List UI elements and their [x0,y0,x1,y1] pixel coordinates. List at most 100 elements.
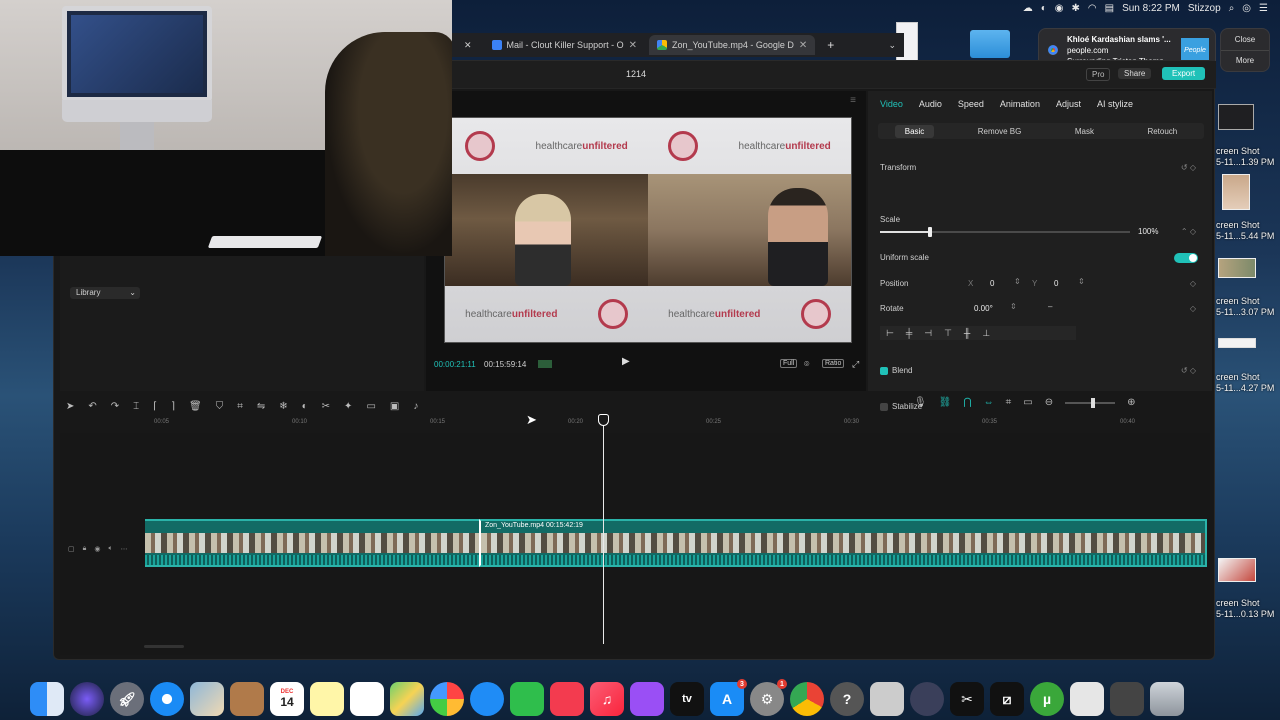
safari-icon[interactable] [150,682,184,716]
keyframe-icon[interactable]: ⌃ ◇ [1181,227,1196,236]
obs-icon[interactable] [910,682,944,716]
linkage-icon[interactable]: ⇔ [984,397,994,408]
spotlight-icon[interactable]: ⌕ [1229,3,1235,14]
magic-icon[interactable]: ✦ [344,401,352,412]
new-tab-button[interactable]: + [819,35,842,55]
subtab-remove-bg[interactable]: Remove BG [968,125,1032,138]
caption-icon[interactable]: ▭ [1023,397,1032,408]
help-icon[interactable]: ? [830,682,864,716]
rotate-input[interactable]: 0.00° [974,304,993,313]
zoom-slider[interactable] [1065,397,1116,408]
app-store-icon[interactable]: A3 [710,679,747,716]
mask-icon[interactable]: ◐ [302,401,308,412]
tab-close-icon[interactable]: ✕ [456,35,480,55]
playhead-handle[interactable] [598,414,609,426]
pro-button[interactable]: Pro [1086,68,1111,81]
tab-audio[interactable]: Audio [919,99,942,109]
reset-icon[interactable]: ↺ ◇ [1181,366,1196,375]
preview-axis-icon[interactable]: ⌗ [1006,397,1012,408]
stepper-icon[interactable]: ⇕ [1078,277,1085,286]
snapshot-icon[interactable]: ⌾ [802,359,811,370]
downloads-stack-icon[interactable] [1110,682,1144,716]
select-tool-icon[interactable]: ➤ [66,401,74,412]
siri-icon[interactable]: ◎ [1242,3,1251,14]
project-name[interactable]: 1214 [626,69,646,79]
chevron-down-icon[interactable]: ⌄ [880,35,904,55]
eye-icon[interactable]: ◉ [94,545,100,553]
browser-tab-drive[interactable]: Zon_YouTube.mp4 - Google D ✕ [648,35,816,55]
browser-tab-mail[interactable]: Mail - Clout Killer Support - O ✕ [484,35,645,55]
expand-icon[interactable]: ⤢ [850,359,861,370]
zoom-in-icon[interactable]: ⊕ [1127,397,1135,408]
video-clip-selected[interactable]: Zon_YouTube.mp4 00:15:42:19 [479,519,1207,567]
library-dropdown[interactable]: Library ⌄ [70,287,140,299]
bluetooth-icon[interactable]: ✱ [1072,3,1080,14]
music-icon[interactable]: ♫ [590,682,624,716]
podcasts-icon[interactable] [630,682,664,716]
stepper-icon[interactable]: ⇕ [1014,277,1021,286]
chrome-icon[interactable] [790,682,824,716]
desktop-screenshot-item[interactable] [1216,104,1276,130]
notification-close-button[interactable]: Close [1221,29,1269,50]
keyframe-icon[interactable]: ◇ [1190,279,1196,288]
tab-animation[interactable]: Animation [1000,99,1040,109]
capcut-icon[interactable]: ✂ [950,682,984,716]
blend-checkbox[interactable] [880,367,888,375]
microphone-icon[interactable]: 🎙 [914,397,927,408]
share-button[interactable]: Share [1118,68,1152,79]
export-button[interactable]: Export [1162,67,1206,80]
messages-icon[interactable] [470,682,504,716]
mail-stamp-icon[interactable] [190,682,224,716]
marker-icon[interactable]: ⛉ [216,401,224,412]
screenshot-thumb[interactable] [1218,558,1256,582]
keyframe-icon[interactable]: ◇ [1190,304,1196,313]
trash-icon[interactable] [1150,682,1184,716]
magnet-icon[interactable]: ⋂ [963,397,971,408]
zoom-out-icon[interactable]: ⊖ [1045,397,1053,408]
redo-icon[interactable]: ↷ [111,401,119,412]
calendar-icon[interactable]: DEC 14 [270,682,304,716]
scale-value[interactable]: 100% [1138,227,1158,236]
close-icon[interactable]: ✕ [629,40,637,51]
subtab-retouch[interactable]: Retouch [1137,125,1187,138]
delete-icon[interactable]: 🗑 [189,401,202,412]
screenshot-thumb[interactable] [1218,338,1256,348]
scale-slider[interactable] [880,227,1130,237]
scale-slider-knob[interactable] [928,227,932,237]
subtab-mask[interactable]: Mask [1065,125,1104,138]
menubar-clock[interactable]: Sun 8:22 PM [1122,3,1180,14]
freeze-icon[interactable]: ❄ [279,401,287,412]
uniform-scale-toggle[interactable] [1174,253,1198,263]
maps-icon[interactable] [390,682,424,716]
align-bottom-icon[interactable]: ⊥ [982,328,990,339]
notification-center-icon[interactable]: ☰ [1259,3,1268,14]
wifi-icon[interactable]: ◠ [1088,3,1097,14]
undo-icon[interactable]: ↶ [88,401,96,412]
ratio-button[interactable]: Ratio [822,359,845,368]
align-top-icon[interactable]: ⊤ [944,328,952,339]
launchpad-icon[interactable]: 🚀︎ [110,682,144,716]
utorrent-icon[interactable]: µ [1030,682,1064,716]
media-icon[interactable]: ▣ [390,401,399,412]
tab-video[interactable]: Video [880,99,903,109]
audio-tool-icon[interactable]: ♪ [413,401,418,412]
tab-ai-stylize[interactable]: AI stylize [1097,99,1133,109]
position-x-input[interactable]: 0 [990,279,994,288]
play-icon[interactable]: ▶ [622,356,636,370]
desktop-folder-icon[interactable] [970,30,1010,58]
track-cover-icon[interactable]: ▢ [68,545,75,553]
control-center-icon[interactable]: ▤ [1105,3,1114,14]
apple-tv-icon[interactable]: tv [670,682,704,716]
finder-icon[interactable] [30,682,64,716]
timeline-area[interactable]: ▢ 🔒︎ ◉ 🔈︎ ⋯ Zon_YouTube.mp4 00:15:42:19 [60,433,1210,655]
notification-more-button[interactable]: More [1221,49,1269,72]
menu-icon[interactable]: ≡ [850,95,856,106]
news-icon[interactable] [550,682,584,716]
timeline-ruler[interactable]: 00:05 00:10 00:15 00:20 00:25 00:30 00:3… [142,417,1208,431]
position-y-input[interactable]: 0 [1054,279,1058,288]
tab-speed[interactable]: Speed [958,99,984,109]
align-center-h-icon[interactable]: ╪ [906,328,912,338]
lock-icon[interactable]: 🔒︎ [83,545,87,553]
video-preview[interactable]: healthcareunfiltered healthcareunfiltere… [444,117,852,343]
disk-utility-icon[interactable] [870,682,904,716]
